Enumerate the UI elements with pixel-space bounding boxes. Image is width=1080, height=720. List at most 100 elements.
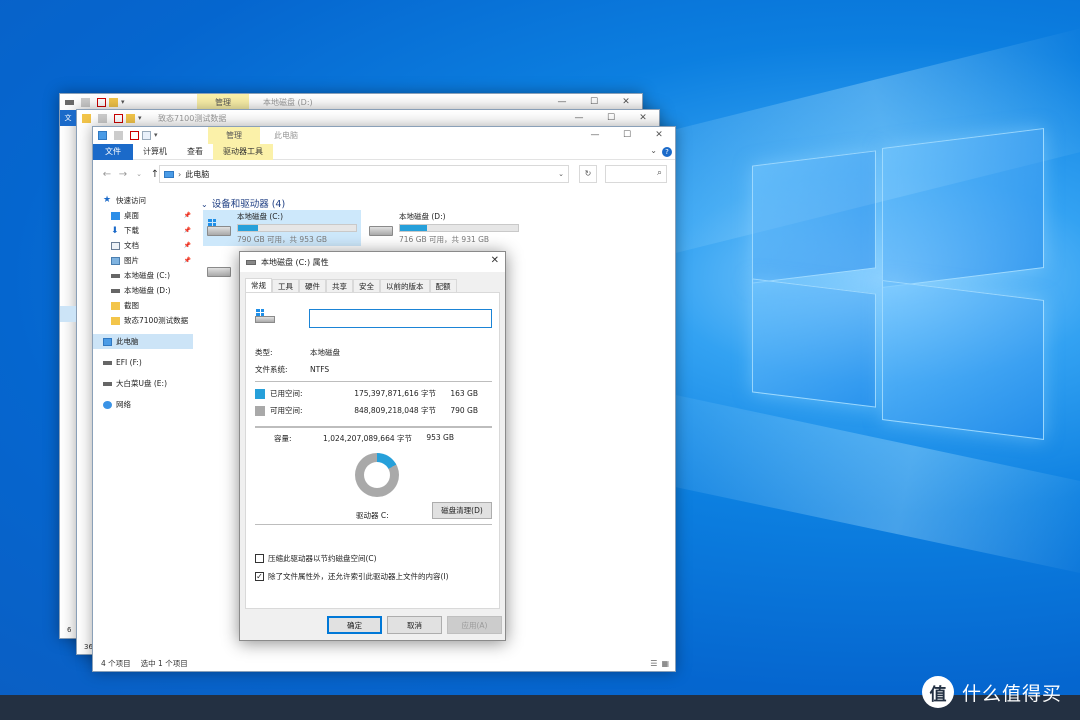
network-icon — [103, 400, 112, 409]
watermark-text: 什么值得买 — [961, 682, 1062, 705]
title-bar: ▾ 致态7100测试数据 — ☐ ✕ — [77, 110, 659, 127]
pin-icon: 📌 — [183, 257, 191, 264]
minimize-button[interactable]: — — [563, 110, 595, 127]
volume-label-input[interactable] — [309, 309, 492, 328]
tab-security[interactable]: 安全 — [353, 279, 380, 293]
nav-screenshots[interactable]: 截图 — [93, 298, 193, 313]
new-folder-icon[interactable] — [142, 131, 151, 140]
close-button[interactable]: ✕ — [643, 127, 675, 144]
maximize-button[interactable]: ☐ — [611, 127, 643, 144]
file-tab[interactable]: 文 — [60, 110, 76, 126]
minimize-button[interactable]: — — [579, 127, 611, 144]
divider — [255, 426, 492, 428]
filesystem-row: 文件系统: NTFS — [255, 364, 329, 375]
tab-view[interactable]: 查看 — [177, 144, 213, 160]
search-input[interactable]: ⌕ — [605, 165, 667, 183]
tab-drive-tools[interactable]: 驱动器工具 — [213, 143, 273, 160]
drive-icon — [369, 219, 393, 239]
forward-arrow-icon[interactable]: → — [115, 169, 131, 180]
nav-documents[interactable]: 文档 📌 — [93, 238, 193, 253]
chevron-down-icon[interactable]: ⌄ — [201, 200, 208, 209]
chevron-down-icon[interactable]: ▾ — [138, 114, 144, 123]
drive-properties-dialog[interactable]: 本地磁盘 (C:) 属性 ✕ 常规 工具 硬件 共享 安全 以前的版本 配额 类… — [239, 251, 506, 641]
nav-label: 此电脑 — [116, 337, 139, 346]
drive-free-text: 790 GB 可用，共 953 GB — [237, 235, 328, 244]
dialog-tabs: 常规 工具 硬件 共享 安全 以前的版本 配额 — [245, 278, 500, 293]
address-bar[interactable]: › 此电脑 ⌄ — [159, 165, 569, 183]
breadcrumb-chevron-icon[interactable]: › — [178, 170, 181, 179]
chevron-down-icon[interactable]: ▾ — [154, 131, 160, 140]
manage-tab[interactable]: 管理 — [208, 127, 260, 144]
filesystem-value: NTFS — [310, 365, 330, 374]
nav-network[interactable]: 网络 — [93, 397, 193, 412]
computer-icon — [103, 337, 112, 346]
apply-button[interactable]: 应用(A) — [447, 616, 502, 634]
compress-option[interactable]: 压缩此驱动器以节约磁盘空间(C) — [255, 553, 377, 564]
recent-chevron-icon[interactable]: ⌄ — [131, 170, 147, 178]
drive-tile-d[interactable]: 本地磁盘 (D:) 716 GB 可用，共 931 GB — [365, 210, 525, 246]
selected-count: 选中 1 个项目 — [140, 658, 188, 668]
used-space-row: 已用空间: 175,397,871,616 字节 163 GB — [255, 388, 478, 399]
used-space-bytes: 175,397,871,616 字节 — [354, 389, 436, 398]
pin-icon: 📌 — [183, 212, 191, 219]
nav-usb[interactable]: 大白菜U盘 (E:) — [93, 376, 193, 391]
index-option[interactable]: ✓ 除了文件属性外，还允许索引此驱动器上文件的内容(I) — [255, 571, 449, 582]
nav-quick-access[interactable]: ★ 快速访问 — [93, 193, 193, 208]
disk-cleanup-button[interactable]: 磁盘清理(D) — [432, 502, 492, 519]
ok-button[interactable]: 确定 — [327, 616, 382, 634]
collapse-ribbon-icon[interactable]: ⌄ — [650, 146, 657, 155]
tab-hardware[interactable]: 硬件 — [299, 279, 326, 293]
refresh-button[interactable]: ↻ — [579, 165, 597, 183]
chevron-down-icon[interactable]: ▾ — [121, 98, 127, 107]
nav-this-pc[interactable]: 此电脑 — [93, 334, 193, 349]
taskbar — [0, 695, 1080, 720]
nav-desktop[interactable]: 桌面 📌 — [93, 208, 193, 223]
breadcrumb[interactable]: 此电脑 — [185, 169, 209, 180]
free-space-swatch — [255, 405, 265, 416]
properties-icon[interactable] — [130, 131, 139, 140]
index-checkbox[interactable]: ✓ — [255, 572, 264, 581]
compress-label: 压缩此驱动器以节约磁盘空间(C) — [268, 554, 377, 563]
drive-icon — [111, 288, 120, 293]
tab-previous-versions[interactable]: 以前的版本 — [380, 279, 430, 293]
nav-label: 大白菜U盘 (E:) — [116, 379, 167, 388]
properties-icon[interactable] — [97, 98, 106, 107]
tab-computer[interactable]: 计算机 — [133, 144, 177, 160]
new-folder-icon[interactable] — [109, 98, 118, 107]
section-header[interactable]: ⌄ 设备和驱动器 (4) — [201, 196, 285, 210]
nav-test-data[interactable]: 致态7100测试数据 — [93, 313, 193, 328]
tab-tools[interactable]: 工具 — [272, 279, 299, 293]
back-arrow-icon[interactable]: ← — [99, 169, 115, 180]
watermark-logo: 值 — [921, 676, 954, 708]
nav-pictures[interactable]: 图片 📌 — [93, 253, 193, 268]
folder-icon — [111, 301, 120, 310]
details-view-icon[interactable]: ☰ — [650, 659, 657, 668]
close-button[interactable]: ✕ — [491, 255, 499, 266]
tab-file[interactable]: 文件 — [93, 143, 133, 160]
tab-general[interactable]: 常规 — [245, 278, 272, 293]
nav-downloads[interactable]: ⬇ 下载 📌 — [93, 223, 193, 238]
tab-quota[interactable]: 配额 — [429, 279, 457, 293]
pin-icon: 📌 — [183, 227, 191, 234]
help-icon[interactable]: ? — [662, 147, 672, 157]
drive-tile-c[interactable]: 本地磁盘 (C:) 790 GB 可用，共 953 GB — [203, 210, 361, 246]
windows-logo-pane — [752, 278, 876, 408]
close-button[interactable]: ✕ — [627, 110, 659, 127]
navigation-pane: ★ 快速访问 桌面 📌 ⬇ 下载 📌 文档 📌 图片 📌 本地磁盘 (C:) 本地磁盘 (D… — [93, 193, 193, 653]
nav-drive-c[interactable]: 本地磁盘 (C:) — [93, 268, 193, 283]
capacity-gb: 953 GB — [426, 433, 454, 442]
compress-checkbox[interactable] — [255, 554, 264, 563]
nav-label: 快速访问 — [116, 196, 146, 205]
tab-sharing[interactable]: 共享 — [326, 279, 353, 293]
drive-tile-efi[interactable] — [203, 251, 243, 287]
address-dropdown-icon[interactable]: ⌄ — [558, 170, 564, 178]
cancel-button[interactable]: 取消 — [387, 616, 442, 634]
new-folder-icon[interactable] — [126, 114, 135, 123]
nav-drive-d[interactable]: 本地磁盘 (D:) — [93, 283, 193, 298]
tiles-view-icon[interactable]: ▦ — [661, 659, 669, 668]
nav-efi[interactable]: EFI (F:) — [93, 355, 193, 370]
capacity-bytes: 1,024,207,089,664 字节 — [323, 434, 412, 443]
maximize-button[interactable]: ☐ — [595, 110, 627, 127]
windows-logo-pane — [882, 280, 1044, 440]
properties-icon[interactable] — [114, 114, 123, 123]
